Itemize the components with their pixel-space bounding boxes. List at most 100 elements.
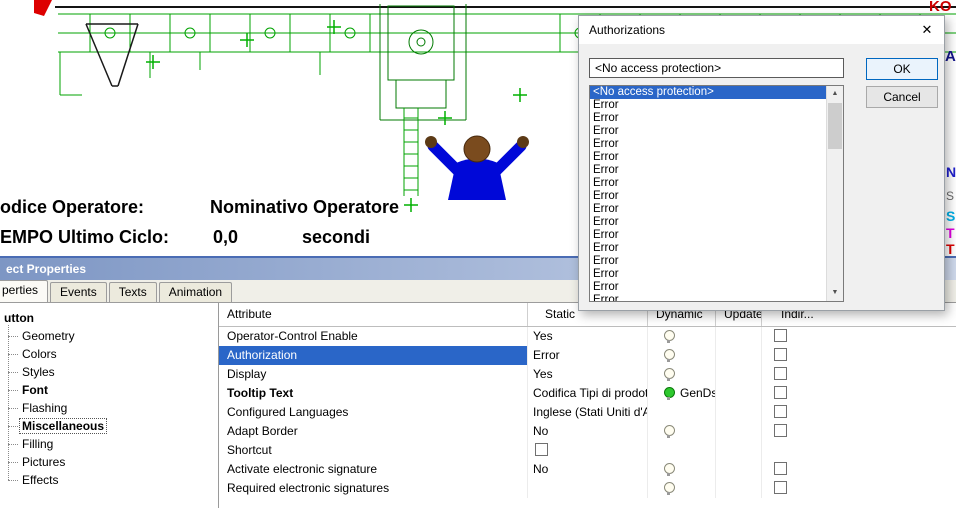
tab-texts[interactable]: Texts (109, 282, 157, 302)
bulb-icon[interactable] (664, 349, 675, 360)
table-row[interactable]: Shortcut (219, 441, 956, 460)
ok-button[interactable]: OK (866, 58, 938, 80)
list-item[interactable]: <No access protection> (590, 86, 826, 99)
bulb-icon[interactable] (664, 463, 675, 474)
dialog-titlebar[interactable]: Authorizations ✕ (579, 16, 944, 44)
checkbox[interactable] (774, 329, 787, 342)
tree-item-label: Colors (20, 347, 59, 361)
checkbox[interactable] (774, 405, 787, 418)
tree-item-font[interactable]: Font (8, 381, 219, 399)
dynamic-cell (647, 479, 715, 498)
green-bulb-icon[interactable] (664, 387, 675, 398)
table-row[interactable]: Operator-Control EnableYes (219, 327, 956, 346)
tab-animation[interactable]: Animation (159, 282, 232, 302)
indirect-cell (761, 422, 837, 441)
tree-item-styles[interactable]: Styles (8, 363, 219, 381)
attribute-cell: Operator-Control Enable (219, 327, 527, 346)
checkbox[interactable] (535, 443, 548, 456)
tree-item-label: Styles (20, 365, 57, 379)
authorization-list: <No access protection>ErrorErrorErrorErr… (590, 86, 826, 301)
indirect-cell (761, 441, 837, 460)
scrollbar[interactable]: ▲ ▼ (826, 86, 843, 301)
list-item[interactable]: Error (590, 294, 826, 301)
attribute-table-body: Operator-Control EnableYesAuthorizationE… (219, 327, 956, 498)
tab-perties[interactable]: perties (0, 280, 48, 302)
authorization-input[interactable] (589, 58, 844, 78)
attribute-cell: Configured Languages (219, 403, 527, 422)
static-cell: Error (527, 346, 647, 365)
bulb-icon[interactable] (664, 482, 675, 493)
list-item[interactable]: Error (590, 177, 826, 190)
attribute-cell: Required electronic signatures (219, 479, 527, 498)
checkbox[interactable] (774, 386, 787, 399)
indirect-cell (761, 384, 837, 403)
table-row[interactable]: DisplayYes (219, 365, 956, 384)
list-item[interactable]: Error (590, 229, 826, 242)
dynamic-cell: GenDsc 10 s (647, 384, 715, 403)
tree-root-button[interactable]: utton (2, 309, 218, 327)
scrollbar-thumb[interactable] (828, 103, 842, 149)
bulb-icon[interactable] (664, 425, 675, 436)
tree-item-colors[interactable]: Colors (8, 345, 219, 363)
table-row[interactable]: AuthorizationError (219, 346, 956, 365)
attribute-cell: Shortcut (219, 441, 527, 460)
dynamic-cell (647, 346, 715, 365)
static-cell: Inglese (Stati Uniti d'A (527, 403, 647, 422)
list-item[interactable]: Error (590, 242, 826, 255)
table-row[interactable]: Required electronic signatures (219, 479, 956, 498)
update-cell (715, 403, 761, 422)
list-item[interactable]: Error (590, 268, 826, 281)
table-row[interactable]: Tooltip TextCodifica Tipi di prodotGenDs… (219, 384, 956, 403)
close-icon[interactable]: ✕ (910, 16, 944, 44)
table-row[interactable]: Configured LanguagesInglese (Stati Uniti… (219, 403, 956, 422)
checkbox[interactable] (774, 462, 787, 475)
bulb-icon[interactable] (664, 368, 675, 379)
scrollbar-down-icon[interactable]: ▼ (827, 285, 843, 301)
cycle-time-unit: secondi (302, 227, 370, 248)
checkbox[interactable] (774, 481, 787, 494)
tree-item-label: Filling (20, 437, 55, 451)
update-cell (715, 327, 761, 346)
screen: odice Operatore: Nominativo Operatore EM… (0, 0, 956, 508)
tree-item-miscellaneous[interactable]: Miscellaneous (8, 417, 219, 435)
static-cell: Yes (527, 327, 647, 346)
cancel-button[interactable]: Cancel (866, 86, 938, 108)
list-item[interactable]: Error (590, 151, 826, 164)
indirect-cell (761, 460, 837, 479)
checkbox[interactable] (774, 348, 787, 361)
operator-name-value: Nominativo Operatore (210, 197, 399, 218)
bulb-icon[interactable] (664, 330, 675, 341)
checkbox[interactable] (774, 367, 787, 380)
table-row[interactable]: Activate electronic signatureNo (219, 460, 956, 479)
list-item[interactable]: Error (590, 203, 826, 216)
list-item[interactable]: Error (590, 216, 826, 229)
list-item[interactable]: Error (590, 255, 826, 268)
list-item[interactable]: Error (590, 99, 826, 112)
red-marker-shape (34, 0, 52, 16)
scrollbar-up-icon[interactable]: ▲ (827, 86, 843, 102)
list-item[interactable]: Error (590, 125, 826, 138)
attribute-cell: Display (219, 365, 527, 384)
checkbox[interactable] (774, 424, 787, 437)
list-item[interactable]: Error (590, 138, 826, 151)
static-cell: Yes (527, 365, 647, 384)
tree-item-pictures[interactable]: Pictures (8, 453, 219, 471)
properties-title: ect Properties (6, 262, 86, 276)
tree-item-filling[interactable]: Filling (8, 435, 219, 453)
list-item[interactable]: Error (590, 112, 826, 125)
update-cell (715, 460, 761, 479)
indirect-cell (761, 346, 837, 365)
list-item[interactable]: Error (590, 281, 826, 294)
tree-item-flashing[interactable]: Flashing (8, 399, 219, 417)
dynamic-cell (647, 460, 715, 479)
list-item[interactable]: Error (590, 190, 826, 203)
tree-item-geometry[interactable]: Geometry (8, 327, 219, 345)
list-item[interactable]: Error (590, 164, 826, 177)
table-row[interactable]: Adapt BorderNo (219, 422, 956, 441)
attribute-cell: Adapt Border (219, 422, 527, 441)
dialog-title: Authorizations (579, 23, 910, 37)
update-cell (715, 365, 761, 384)
tree-item-label: Font (20, 383, 50, 397)
tab-events[interactable]: Events (50, 282, 107, 302)
tree-item-effects[interactable]: Effects (8, 471, 219, 489)
